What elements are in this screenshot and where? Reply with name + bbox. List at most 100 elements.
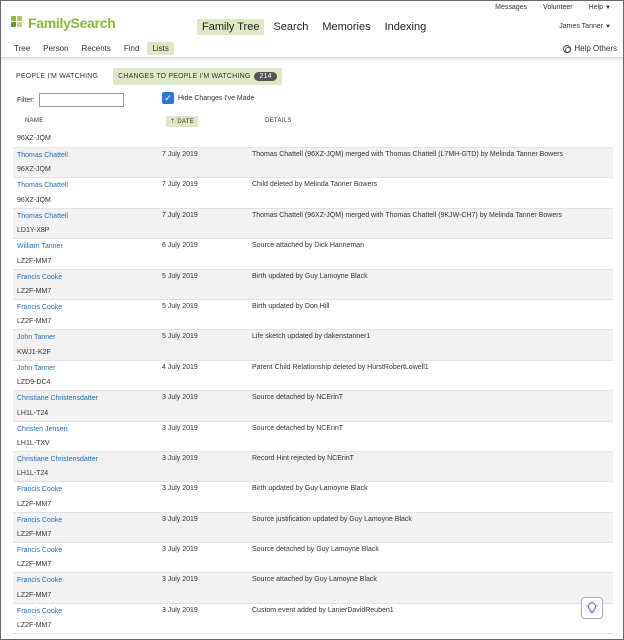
user-menu[interactable]: James Tanner ▼ bbox=[559, 23, 611, 30]
table-row[interactable]: Francis Cooke LZ2F-MM7 3 July 2019 Source j… bbox=[13, 512, 613, 544]
change-details: Custom event added by LanierDavidReuben1 bbox=[252, 606, 394, 614]
help-menu[interactable]: Help ▼ bbox=[589, 4, 611, 11]
table-row[interactable]: Francis Cooke LZ2F-MM7 3 July 2019 Source a… bbox=[13, 573, 613, 604]
change-details: Child deleted by Melinda Tanner Bowers bbox=[252, 181, 378, 189]
column-details-header: DETAILS bbox=[265, 118, 292, 124]
change-details: Record Hint rejected by NCErinT bbox=[252, 454, 354, 462]
person-name-link[interactable]: William Tanner bbox=[17, 243, 63, 250]
checkbox-checked-icon[interactable]: ✓ bbox=[162, 92, 174, 104]
hide-changes-toggle[interactable]: ✓ Hide Changes I've Made bbox=[162, 92, 254, 104]
tab-changes-watching[interactable]: CHANGES TO PEOPLE I'M WATCHING 214 bbox=[113, 68, 282, 85]
change-date: 3 July 2019 bbox=[162, 546, 198, 554]
person-name-link[interactable]: Francis Cooke bbox=[17, 608, 62, 615]
person-name-link[interactable]: Francis Cooke bbox=[17, 274, 62, 281]
person-name-link[interactable]: Francis Cooke bbox=[17, 517, 62, 524]
sort-up-arrow-icon: ⇡ bbox=[170, 119, 176, 125]
help-others-button[interactable]: Help Others bbox=[563, 44, 617, 53]
lightbulb-icon[interactable] bbox=[581, 597, 603, 619]
familysearch-logo[interactable]: FamilySearch bbox=[11, 15, 116, 31]
count-badge: 214 bbox=[254, 72, 277, 81]
change-date: 3 July 2019 bbox=[162, 485, 198, 493]
hide-changes-label: Hide Changes I've Made bbox=[178, 94, 255, 102]
person-id: 96XZ-JQM bbox=[17, 135, 51, 142]
changes-table: 96XZ-JQM Thomas Chattell 96XZ-JQM 7 July 2… bbox=[13, 132, 613, 635]
logo-text: FamilySearch bbox=[28, 15, 116, 31]
person-id: LZD9-DC4 bbox=[17, 379, 51, 387]
table-row[interactable]: Francis Cooke LZ2F-MM7 3 July 2019 Source d… bbox=[13, 543, 613, 574]
table-row[interactable]: John Tanner LZD9-DC4 4 July 2019 Parent Chi… bbox=[13, 361, 613, 392]
person-name-link[interactable]: Thomas Chattell bbox=[17, 182, 68, 189]
change-details: Parent Child Relationship deleted by Hur… bbox=[252, 363, 429, 371]
table-row[interactable]: Francis Cooke LZ2F-MM7 3 July 2019 Custom e… bbox=[13, 604, 613, 635]
nav-indexing[interactable]: Indexing bbox=[380, 19, 432, 35]
table-header: NAME ⇡ DATE DETAILS bbox=[13, 115, 613, 129]
subnav-person[interactable]: Person bbox=[38, 42, 73, 55]
change-date: 3 July 2019 bbox=[162, 454, 198, 462]
person-id: LH1L-T24 bbox=[17, 470, 49, 478]
lifebuoy-icon bbox=[563, 44, 572, 53]
subnav-recents[interactable]: Recents bbox=[77, 42, 116, 55]
change-details: Birth updated by Guy Lamoyne Black bbox=[252, 485, 368, 493]
person-name-link[interactable]: Christen Jensen bbox=[17, 426, 68, 433]
table-row[interactable]: Francis Cooke LZ2F-MM7 5 July 2019 Birth up… bbox=[13, 269, 613, 300]
change-date: 6 July 2019 bbox=[162, 242, 198, 250]
person-name-link[interactable]: John Tanner bbox=[17, 334, 55, 341]
person-id: LZ2F-MM7 bbox=[17, 622, 52, 630]
utility-bar: Messages Volunteer Help ▼ bbox=[495, 4, 611, 11]
change-date: 3 July 2019 bbox=[162, 515, 198, 523]
person-name-link[interactable]: Christiane Christensdatter bbox=[17, 456, 98, 463]
person-name-link[interactable]: Thomas Chattell bbox=[17, 213, 68, 220]
table-row[interactable]: Thomas Chattell LD1Y-X8P 7 July 2019 Thomas… bbox=[13, 208, 613, 240]
table-row[interactable]: Christiane Christensdatter LH1L-T24 3 July… bbox=[13, 391, 613, 422]
person-name-link[interactable]: Christiane Christensdatter bbox=[17, 395, 98, 402]
person-id: LZ2F-MM7 bbox=[17, 287, 52, 295]
subnav-lists[interactable]: Lists bbox=[147, 42, 174, 55]
change-date: 3 July 2019 bbox=[162, 424, 198, 432]
nav-search[interactable]: Search bbox=[268, 19, 313, 35]
person-name-link[interactable]: Francis Cooke bbox=[17, 304, 62, 311]
tab-changes-label: CHANGES TO PEOPLE I'M WATCHING bbox=[118, 73, 251, 80]
nav-memories[interactable]: Memories bbox=[317, 19, 375, 35]
subnav-find[interactable]: Find bbox=[119, 42, 145, 55]
filter-input[interactable] bbox=[38, 93, 124, 107]
change-details: Life sketch updated by dakenstanner1 bbox=[252, 333, 371, 341]
table-row[interactable]: Christen Jensen LH1L-TXV 3 July 2019 Source… bbox=[13, 422, 613, 452]
table-row[interactable]: John Tanner KWJ1-K2F 5 July 2019 Life sketc… bbox=[13, 330, 613, 361]
person-id: LD1Y-X8P bbox=[17, 227, 50, 235]
filter-label: Filter: bbox=[17, 96, 35, 104]
messages-link[interactable]: Messages bbox=[495, 4, 527, 11]
change-date: 5 July 2019 bbox=[162, 272, 198, 280]
person-name-link[interactable]: Francis Cooke bbox=[17, 547, 62, 554]
table-row[interactable]: Thomas Chattell 96XZ-JQM 7 July 2019 Child … bbox=[13, 178, 613, 209]
table-row[interactable]: Christiane Christensdatter LH1L-T24 3 July… bbox=[13, 451, 613, 483]
user-name: James Tanner bbox=[559, 23, 604, 30]
change-date: 7 July 2019 bbox=[162, 211, 198, 219]
change-date: 4 July 2019 bbox=[162, 363, 198, 371]
change-details: Source justification updated by Guy Lamo… bbox=[252, 515, 412, 523]
change-date: 7 July 2019 bbox=[162, 181, 198, 189]
change-date: 3 July 2019 bbox=[162, 606, 198, 614]
person-name-link[interactable]: John Tanner bbox=[17, 365, 55, 372]
column-name-header[interactable]: NAME bbox=[25, 118, 44, 124]
filter-group: Filter: bbox=[17, 93, 124, 107]
change-details: Birth updated by Don Hill bbox=[252, 302, 330, 310]
column-date-header[interactable]: ⇡ DATE bbox=[166, 116, 199, 127]
table-row[interactable]: Francis Cooke LZ2F-MM7 3 July 2019 Birth up… bbox=[13, 482, 613, 513]
change-details: Birth updated by Guy Lamoyne Black bbox=[252, 272, 368, 280]
table-row[interactable]: Francis Cooke LZ2F-MM7 5 July 2019 Birth up… bbox=[13, 300, 613, 331]
table-row[interactable]: Thomas Chattell 96XZ-JQM 7 July 2019 Thomas… bbox=[13, 148, 613, 179]
person-name-link[interactable]: Francis Cooke bbox=[17, 577, 62, 584]
tab-people-watching[interactable]: PEOPLE I'M WATCHING bbox=[11, 70, 103, 83]
change-details: Source detached by Guy Lamoyne Black bbox=[252, 546, 379, 554]
person-id: LZ2F-MM7 bbox=[17, 561, 52, 569]
volunteer-link[interactable]: Volunteer bbox=[543, 4, 573, 11]
person-name-link[interactable]: Thomas Chattell bbox=[17, 152, 68, 159]
table-row[interactable]: William Tanner LZ2F-MM7 6 July 2019 Source … bbox=[13, 239, 613, 270]
person-id: LZ2F-MM7 bbox=[17, 531, 52, 539]
main-nav: Family Tree Search Memories Indexing bbox=[197, 19, 431, 35]
person-id: 96XZ-JQM bbox=[17, 166, 51, 174]
person-name-link[interactable]: Francis Cooke bbox=[17, 486, 62, 493]
subnav-tree[interactable]: Tree bbox=[9, 42, 35, 55]
tree-icon bbox=[11, 16, 25, 30]
nav-family-tree[interactable]: Family Tree bbox=[197, 19, 265, 35]
